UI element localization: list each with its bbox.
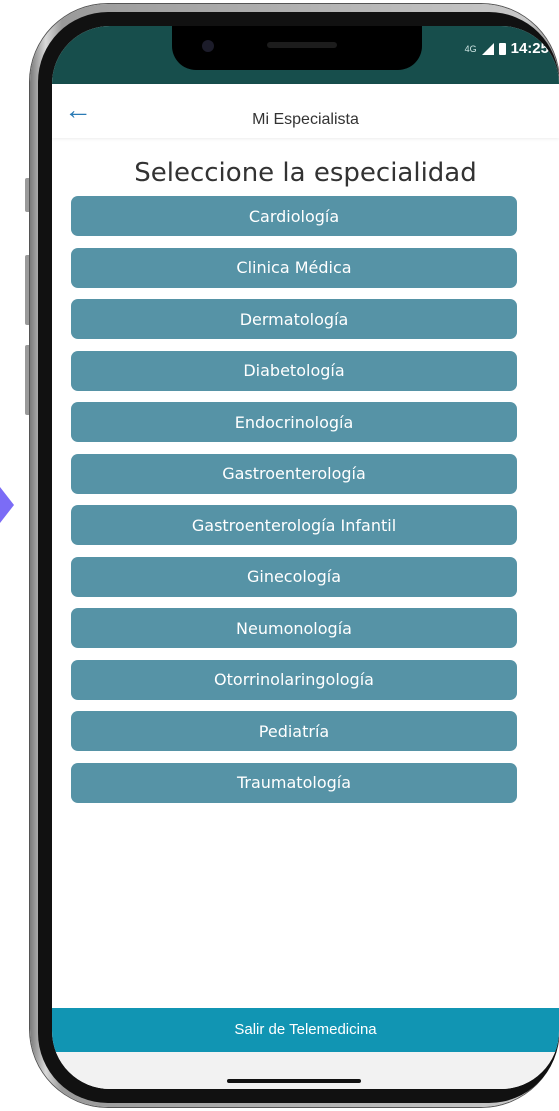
- camera-icon: [202, 40, 214, 52]
- exit-telemedicine-button[interactable]: Salir de Telemedicina: [52, 1008, 559, 1052]
- specialty-button-pediatria[interactable]: Pediatría: [71, 711, 517, 751]
- side-pointer-arrow: [0, 487, 14, 523]
- specialty-button-diabetologia[interactable]: Diabetología: [71, 350, 517, 391]
- specialty-button-neumonologia[interactable]: Neumonología: [71, 608, 517, 648]
- specialty-button-endocrinologia[interactable]: Endocrinología: [71, 402, 517, 442]
- signal-icon: [481, 42, 494, 55]
- back-arrow-icon[interactable]: ←: [64, 92, 92, 128]
- home-indicator[interactable]: [227, 1079, 361, 1083]
- specialty-button-dermatologia[interactable]: Dermatología: [71, 299, 517, 339]
- specialty-button-otorrinolaringologia[interactable]: Otorrinolaringología: [71, 659, 517, 700]
- specialty-button-gastroenterologia-infantil[interactable]: Gastroenterología Infantil: [71, 505, 517, 545]
- status-indicators: 4G 14:25: [465, 40, 549, 57]
- phone-screen: 4G 14:25 Mi Especialista ← Seleccione la…: [52, 26, 559, 1089]
- specialty-button-clinica-medica[interactable]: Clinica Médica: [71, 247, 517, 288]
- specialty-button-gastroenterologia[interactable]: Gastroenterología: [71, 453, 517, 494]
- status-time: 14:25: [510, 40, 549, 57]
- battery-icon: [498, 42, 506, 55]
- status-bar: 4G 14:25: [52, 26, 559, 84]
- specialty-list: Cardiología Clinica Médica Dermatología …: [71, 196, 517, 814]
- speaker-grille: [267, 42, 337, 48]
- app-bar: Mi Especialista ←: [52, 84, 559, 138]
- notch: [172, 26, 422, 70]
- specialty-button-cardiologia[interactable]: Cardiología: [71, 196, 517, 236]
- specialty-button-ginecologia[interactable]: Ginecología: [71, 556, 517, 597]
- page-title: Seleccione la especialidad: [134, 158, 477, 188]
- specialty-button-traumatologia[interactable]: Traumatología: [71, 762, 517, 803]
- bottom-safe-area: [52, 1052, 559, 1089]
- app-title: Mi Especialista: [252, 111, 359, 128]
- network-type: 4G: [464, 43, 477, 54]
